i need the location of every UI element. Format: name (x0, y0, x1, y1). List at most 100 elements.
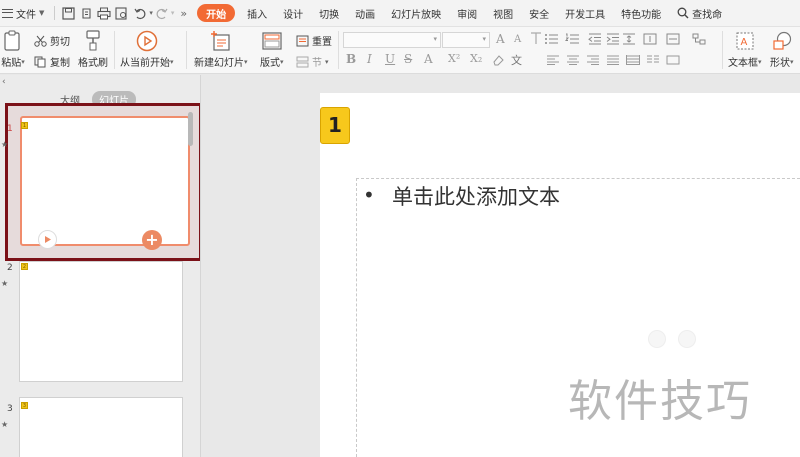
tab-features[interactable]: 特色功能 (613, 0, 669, 27)
line-spacing-icon[interactable] (622, 33, 636, 48)
chevron-down-icon: ▾ (244, 57, 248, 66)
align-left-icon[interactable] (546, 55, 560, 68)
output-pdf-icon[interactable] (77, 4, 95, 22)
reset-button[interactable]: 重置 (296, 33, 332, 48)
bullets-icon[interactable] (544, 33, 560, 48)
char-spacing-icon[interactable]: 文 (511, 52, 522, 68)
bold-icon[interactable]: B (346, 52, 356, 66)
separator (114, 31, 115, 69)
shape-button[interactable]: 形状 ▾ (770, 30, 794, 69)
undo-icon[interactable] (131, 4, 149, 22)
strikethrough-icon[interactable]: S (404, 52, 412, 66)
menu-bar: 文件 ▼ ▾ ▾ » 开始 插入 设计 切换 动画 幻灯片放映 审阅 视图 安全… (0, 0, 800, 27)
scissors-icon (34, 35, 47, 47)
increase-indent-icon[interactable] (606, 33, 620, 48)
font-color-icon[interactable]: A (424, 52, 433, 66)
eraser-icon[interactable] (492, 54, 505, 69)
tab-transitions[interactable]: 切换 (311, 0, 347, 27)
columns-icon[interactable] (646, 55, 660, 68)
paste-button[interactable]: 粘贴 ▾ (0, 30, 26, 69)
tab-view[interactable]: 视图 (485, 0, 521, 27)
decrease-indent-icon[interactable] (588, 33, 602, 48)
text-highlight-icon[interactable] (666, 55, 680, 68)
slide-number-3: 3 (7, 404, 13, 414)
insert-chart-icon[interactable] (648, 330, 666, 348)
slide-thumbnail-1[interactable] (20, 116, 190, 246)
section-button[interactable]: 节 ▾ (296, 54, 329, 69)
redo-icon[interactable] (153, 4, 171, 22)
format-painter-button[interactable]: 格式刷 (78, 30, 108, 69)
chevron-down-icon: ▾ (280, 57, 284, 66)
justify-icon[interactable] (606, 55, 620, 68)
copy-label: 复制 (50, 58, 70, 69)
reset-icon (296, 35, 309, 46)
font-grow-icon[interactable]: A (496, 32, 505, 46)
placeholder-text[interactable]: 单击此处添加文本 (392, 181, 560, 211)
tab-developer[interactable]: 开发工具 (557, 0, 613, 27)
italic-icon[interactable]: I (367, 52, 372, 66)
add-slide-button[interactable]: + (142, 230, 162, 250)
search-icon (677, 7, 689, 19)
superscript-icon[interactable]: X² (448, 52, 460, 65)
file-menu-label: 文件 (16, 9, 36, 21)
font-size-select[interactable]: ▾ (442, 32, 490, 48)
search-command[interactable]: 查找命 (669, 6, 722, 21)
textbox-button[interactable]: A 文本框 ▾ (728, 30, 762, 69)
layout-button[interactable]: 版式 ▾ (260, 30, 284, 69)
underline-icon[interactable]: U (385, 52, 395, 66)
align-text-icon[interactable] (666, 33, 680, 48)
chevron-down-icon: ▾ (325, 57, 329, 66)
chevron-down-icon: ▾ (758, 57, 762, 66)
font-family-select[interactable]: ▾ (343, 32, 441, 48)
paste-label: 粘贴 (1, 58, 22, 69)
separator (186, 31, 187, 69)
chevron-down-icon: ▾ (170, 57, 174, 66)
tab-animations[interactable]: 动画 (347, 0, 383, 27)
shape-label: 形状 (770, 58, 790, 69)
insert-picture-icon[interactable] (678, 330, 696, 348)
align-right-icon[interactable] (586, 55, 600, 68)
new-slide-button[interactable]: 新建幻灯片 ▾ (194, 30, 248, 69)
print-icon[interactable] (95, 4, 113, 22)
play-slide-button[interactable] (38, 230, 57, 249)
subscript-icon[interactable]: X₂ (470, 52, 482, 65)
slide-thumbnail-2[interactable] (19, 261, 183, 382)
pane-scrollbar[interactable] (188, 112, 193, 146)
more-icon[interactable]: » (174, 7, 193, 20)
tab-home[interactable]: 开始 (197, 4, 236, 22)
separator (338, 31, 339, 69)
section-icon (296, 56, 309, 67)
svg-text:A: A (740, 37, 747, 48)
font-shrink-icon[interactable]: A (514, 34, 521, 45)
play-from-current-button[interactable]: 从当前开始 ▾ (120, 30, 174, 69)
tab-slideshow[interactable]: 幻灯片放映 (383, 0, 449, 27)
align-center-icon[interactable] (566, 55, 580, 68)
chevron-down-icon: ▾ (21, 57, 25, 66)
save-icon[interactable] (59, 4, 77, 22)
copy-icon (34, 56, 46, 67)
animation-star-icon: ★ (1, 279, 9, 288)
smartart-icon[interactable] (692, 33, 706, 48)
numbering-icon[interactable] (564, 33, 581, 48)
copy-button[interactable]: 复制 (34, 54, 70, 69)
cut-button[interactable]: 剪切 (34, 33, 70, 48)
ribbon-tabs: 开始 插入 设计 切换 动画 幻灯片放映 审阅 视图 安全 开发工具 特色功能 (193, 0, 669, 27)
tab-design[interactable]: 设计 (275, 0, 311, 27)
tab-review[interactable]: 审阅 (449, 0, 485, 27)
file-menu[interactable]: 文件 ▼ (0, 6, 50, 21)
slide-number-2: 2 (7, 263, 13, 273)
play-circle-icon (136, 30, 157, 52)
slide-thumbnail-3[interactable] (19, 397, 183, 457)
tab-security[interactable]: 安全 (521, 0, 557, 27)
clear-format-icon[interactable] (530, 32, 542, 48)
collapse-pane-icon[interactable]: ‹ (2, 77, 6, 87)
play-from-current-label: 从当前开始 (120, 58, 170, 69)
animation-star-icon: ★ (1, 420, 9, 429)
text-direction-icon[interactable] (643, 33, 657, 48)
tab-insert[interactable]: 插入 (239, 0, 275, 27)
chevron-down-icon: ▾ (482, 35, 486, 43)
selected-slide-frame[interactable] (5, 103, 202, 261)
print-preview-icon[interactable] (113, 4, 131, 22)
distribute-icon[interactable] (626, 55, 640, 68)
reset-label: 重置 (312, 37, 332, 48)
